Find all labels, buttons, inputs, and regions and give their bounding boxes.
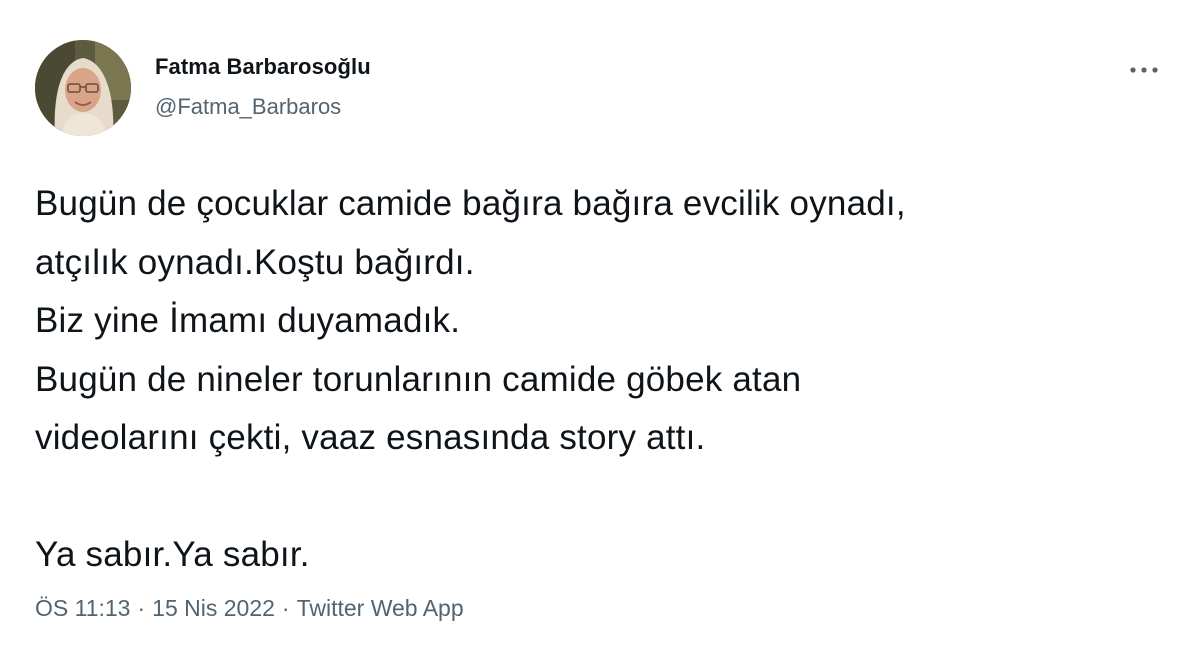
- meta-separator: ·: [281, 595, 290, 621]
- tweet-text-line: atçılık oynadı.Koştu bağırdı.: [35, 242, 475, 282]
- tweet-text: Bugün de çocuklar camide bağıra bağıra e…: [35, 175, 1175, 585]
- tweet-text-line: Ya sabır.Ya sabır.: [35, 535, 310, 574]
- profile-photo-icon: [35, 40, 131, 136]
- tweet-metadata: ÖS 11:13 · 15 Nis 2022 · Twitter Web App: [35, 595, 464, 622]
- avatar[interactable]: [35, 40, 131, 136]
- tweet-text-line: Bugün de nineler torunlarının camide göb…: [35, 359, 802, 399]
- tweet-card: Fatma Barbarosoğlu @Fatma_Barbaros Bugün…: [0, 0, 1200, 658]
- tweet-date-link[interactable]: 15 Nis 2022: [152, 595, 275, 621]
- tweet-text-line: Biz yine İmamı duyamadık.: [35, 301, 461, 340]
- tweet-text-line: videolarını çekti, vaaz esnasında story …: [35, 418, 706, 457]
- author-handle[interactable]: @Fatma_Barbaros: [155, 94, 341, 120]
- more-horizontal-icon: [1130, 67, 1158, 73]
- tweet-text-line: Bugün de çocuklar camide bağıra bağıra e…: [35, 184, 906, 223]
- tweet-source-link[interactable]: Twitter Web App: [297, 595, 464, 621]
- meta-separator: ·: [137, 595, 146, 621]
- tweet-time-link[interactable]: ÖS 11:13: [35, 595, 130, 621]
- author-display-name[interactable]: Fatma Barbarosoğlu: [155, 54, 371, 80]
- more-options-button[interactable]: [1118, 52, 1170, 88]
